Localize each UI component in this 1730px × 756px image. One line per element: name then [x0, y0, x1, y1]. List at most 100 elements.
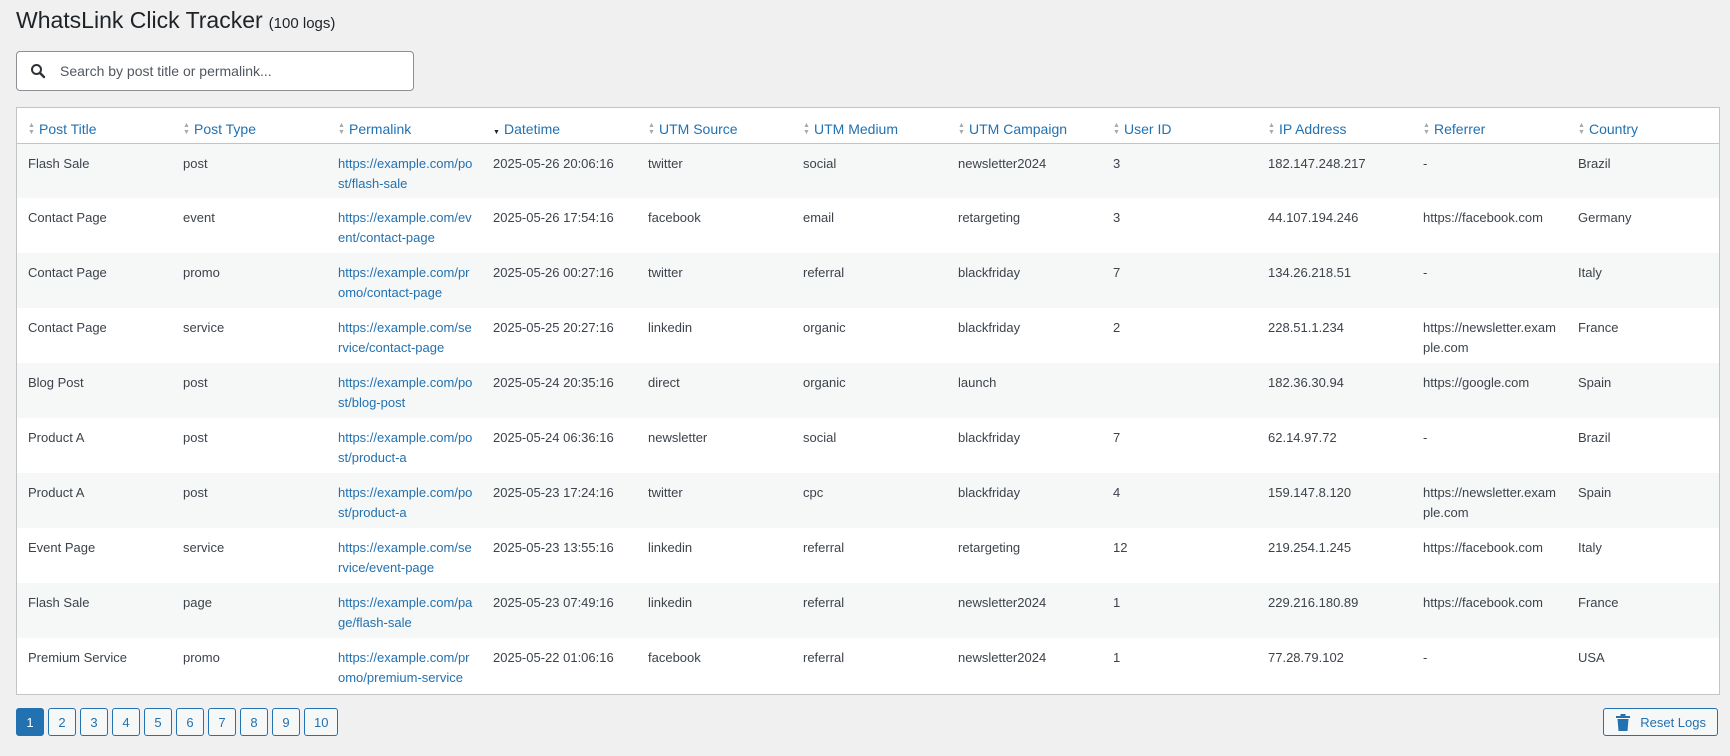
- trash-icon: [1616, 713, 1631, 731]
- referrer-cell: https://facebook.com: [1423, 540, 1543, 555]
- utm-campaign-cell: retargeting: [958, 540, 1021, 555]
- table-row: Product Apost https://example.com/post/pr…: [17, 418, 1719, 473]
- column-header-ip-address[interactable]: ▲ ▼ IP Address: [1257, 108, 1412, 144]
- sort-link[interactable]: ▲ ▼ User ID: [1113, 121, 1171, 137]
- sort-link[interactable]: ▲ ▼ UTM Source: [648, 121, 738, 137]
- permalink-link[interactable]: https://example.com/post/flash-sale: [338, 156, 472, 191]
- permalink-link[interactable]: https://example.com/post/blog-post: [338, 375, 472, 410]
- post-type-cell: post: [172, 473, 327, 528]
- table-row: Product Apost https://example.com/post/pr…: [17, 473, 1719, 528]
- user-id-cell: 1: [1102, 583, 1257, 638]
- column-label: User ID: [1124, 120, 1172, 137]
- permalink-cell: https://example.com/post/product-a: [327, 473, 482, 528]
- utm-medium-cell: social: [792, 143, 947, 198]
- user-id-cell: 2: [1113, 320, 1121, 335]
- table-row: Contact Page event https://example.com/eve…: [17, 198, 1719, 253]
- permalink-cell: https://example.com/post/flash-sale: [327, 143, 482, 198]
- sort-icon: ▲ ▼: [1113, 121, 1120, 136]
- permalink-link[interactable]: https://example.com/event/contact-page: [338, 210, 472, 245]
- datetime-cell: 2025-05-26 00:27:16: [482, 253, 637, 308]
- post-type-cell: promo: [183, 650, 220, 665]
- referrer-cell: -: [1423, 430, 1428, 445]
- user-id-cell: 3: [1102, 143, 1257, 198]
- page-button-7[interactable]: 7: [208, 708, 236, 736]
- page-button-10[interactable]: 10: [304, 708, 339, 736]
- post-title-cell: Premium Service: [28, 650, 127, 665]
- column-header-post-title[interactable]: ▲ ▼ Post Title: [17, 108, 172, 144]
- page-button-3[interactable]: 3: [80, 708, 108, 736]
- column-label: Datetime: [504, 120, 561, 137]
- column-header-country[interactable]: ▲ ▼ Country: [1567, 108, 1719, 144]
- permalink-link[interactable]: https://example.com/post/product-a: [338, 485, 472, 520]
- pagination: 1 2 3 4 5 6 7 8 9 10: [16, 708, 342, 736]
- post-title-cell: Event Page: [28, 540, 96, 555]
- column-header-referrer[interactable]: ▲ ▼ Referrer: [1412, 108, 1567, 144]
- page-button-9[interactable]: 9: [272, 708, 300, 736]
- country-cell: USA: [1578, 650, 1605, 665]
- permalink-link[interactable]: https://example.com/promo/contact-page: [338, 265, 470, 300]
- page-header: WhatsLink Click Tracker (100 logs): [16, 4, 335, 36]
- permalink-link[interactable]: https://example.com/service/event-page: [338, 540, 472, 575]
- sort-link[interactable]: ▲ ▼ Post Type: [183, 121, 256, 137]
- sort-icon: ▲ ▼: [1423, 121, 1430, 136]
- sort-link[interactable]: ▲ ▼ Post Title: [28, 121, 97, 137]
- referrer-cell: https://newsletter.example.com: [1423, 320, 1556, 355]
- post-title-cell: Flash Sale: [17, 143, 172, 198]
- page-button-5[interactable]: 5: [144, 708, 172, 736]
- ip-address-cell: 219.254.1.245: [1268, 540, 1352, 555]
- sort-link[interactable]: ▲ ▼ Referrer: [1423, 121, 1485, 137]
- utm-campaign-cell: newsletter2024: [947, 143, 1102, 198]
- permalink-link[interactable]: https://example.com/page/flash-sale: [338, 595, 472, 630]
- sort-link[interactable]: ▲ ▼ Permalink: [338, 121, 411, 137]
- post-title-cell: Product A: [28, 430, 85, 445]
- permalink-link[interactable]: https://example.com/service/contact-page: [338, 320, 472, 355]
- column-header-utm-campaign[interactable]: ▲ ▼ UTM Campaign: [947, 108, 1102, 144]
- country-cell: Brazil: [1567, 143, 1719, 198]
- utm-campaign-cell: blackfriday: [958, 430, 1021, 445]
- permalink-link[interactable]: https://example.com/promo/premium-servic…: [338, 650, 470, 685]
- utm-source-cell: linkedin: [648, 540, 693, 555]
- page-title: WhatsLink Click Tracker: [16, 7, 263, 33]
- sort-link[interactable]: ▲ ▼ UTM Campaign: [958, 121, 1067, 137]
- column-label: UTM Source: [659, 120, 738, 137]
- column-header-utm-source[interactable]: ▲ ▼ UTM Source: [637, 108, 792, 144]
- ip-address-cell: 77.28.79.102: [1268, 650, 1344, 665]
- reset-logs-button[interactable]: Reset Logs: [1603, 708, 1718, 736]
- column-header-post-type[interactable]: ▲ ▼ Post Type: [172, 108, 327, 144]
- column-header-datetime[interactable]: ▲▼ Datetime: [482, 108, 637, 144]
- user-id-cell: 1: [1113, 650, 1121, 665]
- utm-campaign-cell: launch: [947, 363, 1102, 418]
- permalink-link[interactable]: https://example.com/post/product-a: [338, 430, 472, 465]
- page-button-8[interactable]: 8: [240, 708, 268, 736]
- post-type-cell: page: [172, 583, 327, 638]
- column-header-permalink[interactable]: ▲ ▼ Permalink: [327, 108, 482, 144]
- column-header-user-id[interactable]: ▲ ▼ User ID: [1102, 108, 1257, 144]
- utm-source-cell: direct: [637, 363, 792, 418]
- page-button-2[interactable]: 2: [48, 708, 76, 736]
- country-cell: Italy: [1578, 540, 1602, 555]
- datetime-cell: 2025-05-26 17:54:16: [493, 210, 614, 225]
- utm-medium-cell: organic: [792, 363, 947, 418]
- search-box[interactable]: [16, 51, 414, 91]
- column-header-utm-medium[interactable]: ▲ ▼ UTM Medium: [792, 108, 947, 144]
- sort-link[interactable]: ▲ ▼ UTM Medium: [803, 121, 898, 137]
- utm-source-cell: facebook: [648, 210, 701, 225]
- page-button-1[interactable]: 1: [16, 708, 44, 736]
- sort-link[interactable]: ▲ ▼ Country: [1578, 121, 1638, 137]
- permalink-cell: https://example.com/service/event-page: [327, 528, 482, 583]
- table-row: Blog Post post https://example.com/post/bl…: [17, 363, 1719, 418]
- post-type-cell: post: [172, 143, 327, 198]
- sort-link[interactable]: ▲ ▼ IP Address: [1268, 121, 1346, 137]
- sort-link[interactable]: ▲▼ Datetime: [493, 121, 560, 137]
- page-button-6[interactable]: 6: [176, 708, 204, 736]
- ip-address-cell: 134.26.218.51: [1257, 253, 1412, 308]
- utm-campaign-cell: newsletter2024: [947, 583, 1102, 638]
- country-cell: France: [1578, 320, 1619, 335]
- country-cell: Spain: [1567, 363, 1719, 418]
- utm-medium-cell: referral: [792, 253, 947, 308]
- permalink-cell: https://example.com/service/contact-page: [327, 308, 482, 363]
- datetime-cell: 2025-05-25 20:27:16: [493, 320, 614, 335]
- page-button-4[interactable]: 4: [112, 708, 140, 736]
- table-row: Premium Service promo https://example.com/…: [17, 638, 1719, 693]
- search-input[interactable]: [60, 53, 413, 89]
